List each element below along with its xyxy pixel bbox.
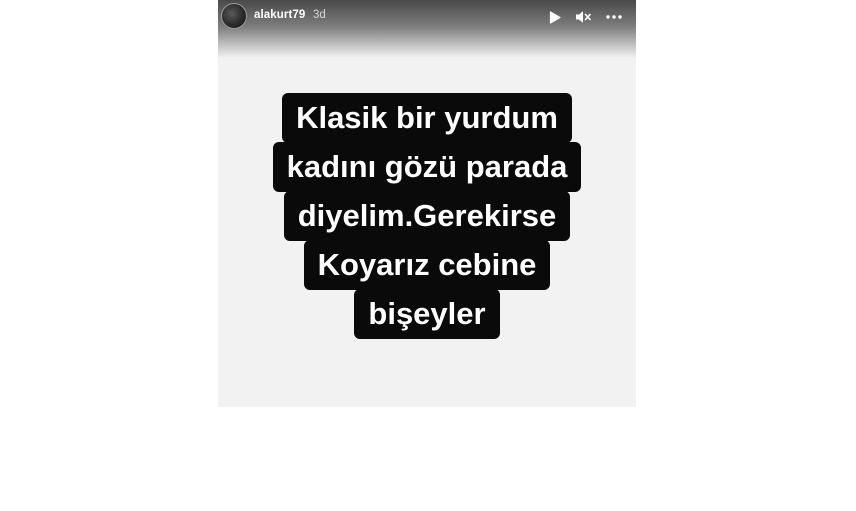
caption-line: bişeyler [354, 289, 500, 339]
caption-line: diyelim.Gerekirse [283, 191, 571, 241]
caption-line: kadını gözü parada [272, 142, 582, 192]
play-icon [549, 10, 561, 24]
more-options-button[interactable] [605, 8, 623, 26]
speaker-muted-icon [575, 10, 591, 24]
avatar[interactable] [221, 3, 247, 29]
story-header: alakurt79 3d [218, 0, 636, 58]
mute-button[interactable] [574, 8, 592, 26]
caption-line: Klasik bir yurdum [282, 93, 572, 143]
post-time: 3d [313, 9, 326, 21]
story-viewer: alakurt79 3d Klasik bir yurdum kadını gö… [218, 0, 636, 407]
story-caption: Klasik bir yurdum kadını gözü parada diy… [218, 93, 636, 339]
more-horizontal-icon [606, 15, 622, 19]
caption-line: Koyarız cebine [303, 240, 551, 290]
play-button[interactable] [546, 8, 564, 26]
username[interactable]: alakurt79 [254, 9, 305, 21]
